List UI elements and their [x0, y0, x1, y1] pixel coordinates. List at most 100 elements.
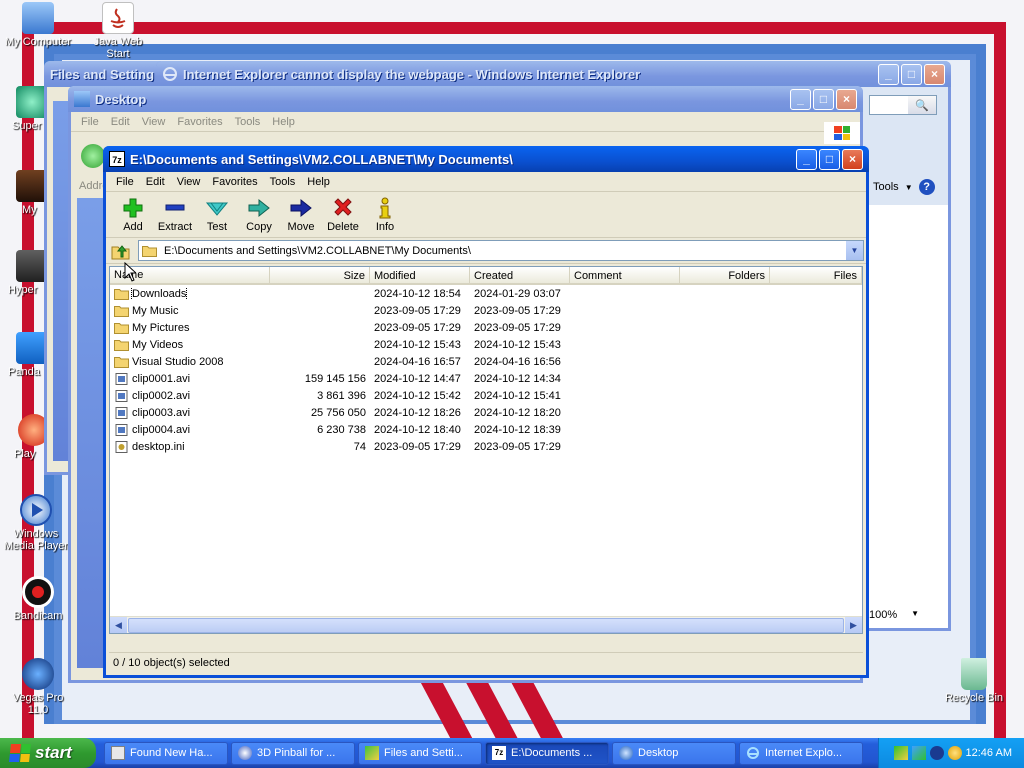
table-row[interactable]: My Videos 2024-10-12 15:43 2024-10-12 15…: [110, 336, 862, 353]
table-row[interactable]: desktop.ini 74 2023-09-05 17:29 2023-09-…: [110, 438, 862, 455]
table-row[interactable]: clip0003.avi 25 756 050 2024-10-12 18:26…: [110, 404, 862, 421]
ie-titlebar[interactable]: Internet Explorer cannot display the web…: [156, 61, 951, 87]
ie-zoom[interactable]: 100% ▼: [869, 609, 919, 621]
taskbar-item-files-settings[interactable]: Files and Setti...: [358, 741, 482, 765]
menu-favorites[interactable]: Favorites: [171, 112, 228, 132]
column-folders[interactable]: Folders: [680, 267, 770, 283]
copy-button[interactable]: Copy: [238, 196, 280, 233]
desktop-icon-hyper[interactable]: Hyper: [0, 250, 48, 296]
column-modified[interactable]: Modified: [370, 267, 470, 283]
close-button[interactable]: ×: [924, 63, 945, 85]
help-icon[interactable]: ?: [918, 179, 935, 195]
info-button[interactable]: Info: [364, 196, 406, 233]
column-size[interactable]: Size: [270, 267, 370, 283]
folder-up-button[interactable]: [108, 240, 134, 262]
menu-edit[interactable]: Edit: [140, 172, 171, 192]
desktop-icon-my[interactable]: My: [0, 170, 48, 216]
close-button[interactable]: ×: [836, 88, 857, 110]
file-created: 2024-10-12 18:39: [474, 423, 561, 436]
menu-tools[interactable]: Tools: [264, 172, 302, 192]
desktop-titlebar[interactable]: Desktop _ □ ×: [68, 86, 863, 112]
column-created[interactable]: Created: [470, 267, 570, 283]
desktop-icon-windows-media-player[interactable]: Windows Media Player: [0, 494, 72, 552]
file-created: 2023-09-05 17:29: [474, 440, 561, 453]
desktop-folder-icon: [74, 91, 90, 107]
file-size: 74: [353, 440, 366, 453]
move-button[interactable]: Move: [280, 196, 322, 233]
menu-favorites[interactable]: Favorites: [206, 172, 263, 192]
folder-icon: [114, 305, 129, 317]
table-row[interactable]: My Music 2023-09-05 17:29 2023-09-05 17:…: [110, 302, 862, 319]
plus-icon: [112, 196, 154, 220]
taskbar-item-internet-explorer[interactable]: Internet Explo...: [739, 741, 863, 765]
7zip-window[interactable]: 7z E:\Documents and Settings\VM2.COLLABN…: [103, 146, 869, 678]
vegas-icon: [22, 658, 54, 690]
table-row[interactable]: My Pictures 2023-09-05 17:29 2023-09-05 …: [110, 319, 862, 336]
close-button[interactable]: ×: [842, 148, 863, 170]
minimize-button[interactable]: _: [790, 88, 811, 110]
desktop-icon-super[interactable]: Super: [0, 86, 48, 132]
tray-network-icon[interactable]: [911, 746, 926, 760]
test-button[interactable]: Test: [196, 196, 238, 233]
scrollbar-thumb[interactable]: [128, 617, 844, 633]
scroll-right-icon[interactable]: ▶: [845, 616, 862, 633]
menu-tools[interactable]: Tools: [229, 112, 267, 132]
taskbar-clock[interactable]: 12:46 AM: [966, 747, 1012, 759]
address-combobox[interactable]: E:\Documents and Settings\VM2.COLLABNET\…: [138, 240, 864, 261]
task-label: Desktop: [638, 747, 679, 759]
menu-help[interactable]: Help: [266, 112, 301, 132]
ie-search-box[interactable]: 🔍: [869, 95, 937, 115]
maximize-button[interactable]: □: [813, 88, 834, 110]
scroll-left-icon[interactable]: ◀: [110, 616, 127, 633]
file-modified: 2023-09-05 17:29: [374, 440, 461, 453]
menu-help[interactable]: Help: [301, 172, 336, 192]
menu-view[interactable]: View: [171, 172, 207, 192]
column-files[interactable]: Files: [770, 267, 862, 283]
desktop-icon-java-web-start[interactable]: Java Web Start: [82, 2, 154, 60]
files-settings-titlebar[interactable]: Files and Setting: [44, 61, 174, 87]
menu-file[interactable]: File: [75, 112, 105, 132]
menu-view[interactable]: View: [136, 112, 172, 132]
add-button[interactable]: Add: [112, 196, 154, 233]
maximize-button[interactable]: □: [901, 63, 922, 85]
menu-edit[interactable]: Edit: [105, 112, 136, 132]
taskbar-item-7zip[interactable]: 7z E:\Documents ...: [485, 741, 609, 765]
minimize-button[interactable]: _: [878, 63, 899, 85]
minimize-button[interactable]: _: [796, 148, 817, 170]
desktop-icon-bandicam[interactable]: Bandicam: [2, 576, 74, 622]
7zip-titlebar[interactable]: 7z E:\Documents and Settings\VM2.COLLABN…: [103, 146, 869, 172]
file-list[interactable]: Name Size Modified Created Comment Folde…: [109, 266, 863, 634]
column-comment[interactable]: Comment: [570, 267, 680, 283]
desktop-icon-vegas-pro[interactable]: Vegas Pro 11.0: [2, 658, 74, 716]
taskbar-item-3d-pinball[interactable]: 3D Pinball for ...: [231, 741, 355, 765]
file-name: My Videos: [132, 338, 184, 351]
horizontal-scrollbar[interactable]: ◀ ▶: [110, 616, 862, 633]
extract-button[interactable]: Extract: [154, 196, 196, 233]
taskbar-item-desktop[interactable]: Desktop: [612, 741, 736, 765]
table-row[interactable]: clip0001.avi 159 145 156 2024-10-12 14:4…: [110, 370, 862, 387]
ie-tools-menu[interactable]: Tools: [873, 181, 899, 193]
delete-button[interactable]: Delete: [322, 196, 364, 233]
chevron-down-icon[interactable]: ▼: [846, 241, 863, 260]
tray-app-icon[interactable]: [893, 746, 908, 760]
tray-search-icon[interactable]: [947, 746, 962, 760]
menu-file[interactable]: File: [110, 172, 140, 192]
tray-volume-icon[interactable]: [929, 746, 944, 760]
file-size: 159 145 156: [304, 372, 366, 385]
desktop-icon-my-computer[interactable]: My Computer: [2, 2, 74, 48]
taskbar-item-found-new-hardware[interactable]: Found New Ha...: [104, 741, 228, 765]
desktop-icon-play[interactable]: Play: [0, 414, 50, 460]
start-button[interactable]: start: [0, 738, 96, 768]
table-row[interactable]: clip0002.avi 3 861 396 2024-10-12 15:42 …: [110, 387, 862, 404]
maximize-button[interactable]: □: [819, 148, 840, 170]
windows-logo-icon: [824, 122, 860, 144]
desktop-icon-panda[interactable]: Panda: [0, 332, 48, 378]
search-icon[interactable]: 🔍: [908, 96, 936, 114]
table-row[interactable]: Downloads 2024-10-12 18:54 2024-01-29 03…: [110, 285, 862, 302]
desktop-icon-recycle-bin[interactable]: Recycle Bin: [938, 658, 1010, 704]
table-row[interactable]: clip0004.avi 6 230 738 2024-10-12 18:40 …: [110, 421, 862, 438]
delete-x-icon: [322, 196, 364, 220]
back-arrow-icon[interactable]: [81, 144, 105, 168]
table-row[interactable]: Visual Studio 2008 2024-04-16 16:57 2024…: [110, 353, 862, 370]
move-label: Move: [287, 221, 315, 233]
